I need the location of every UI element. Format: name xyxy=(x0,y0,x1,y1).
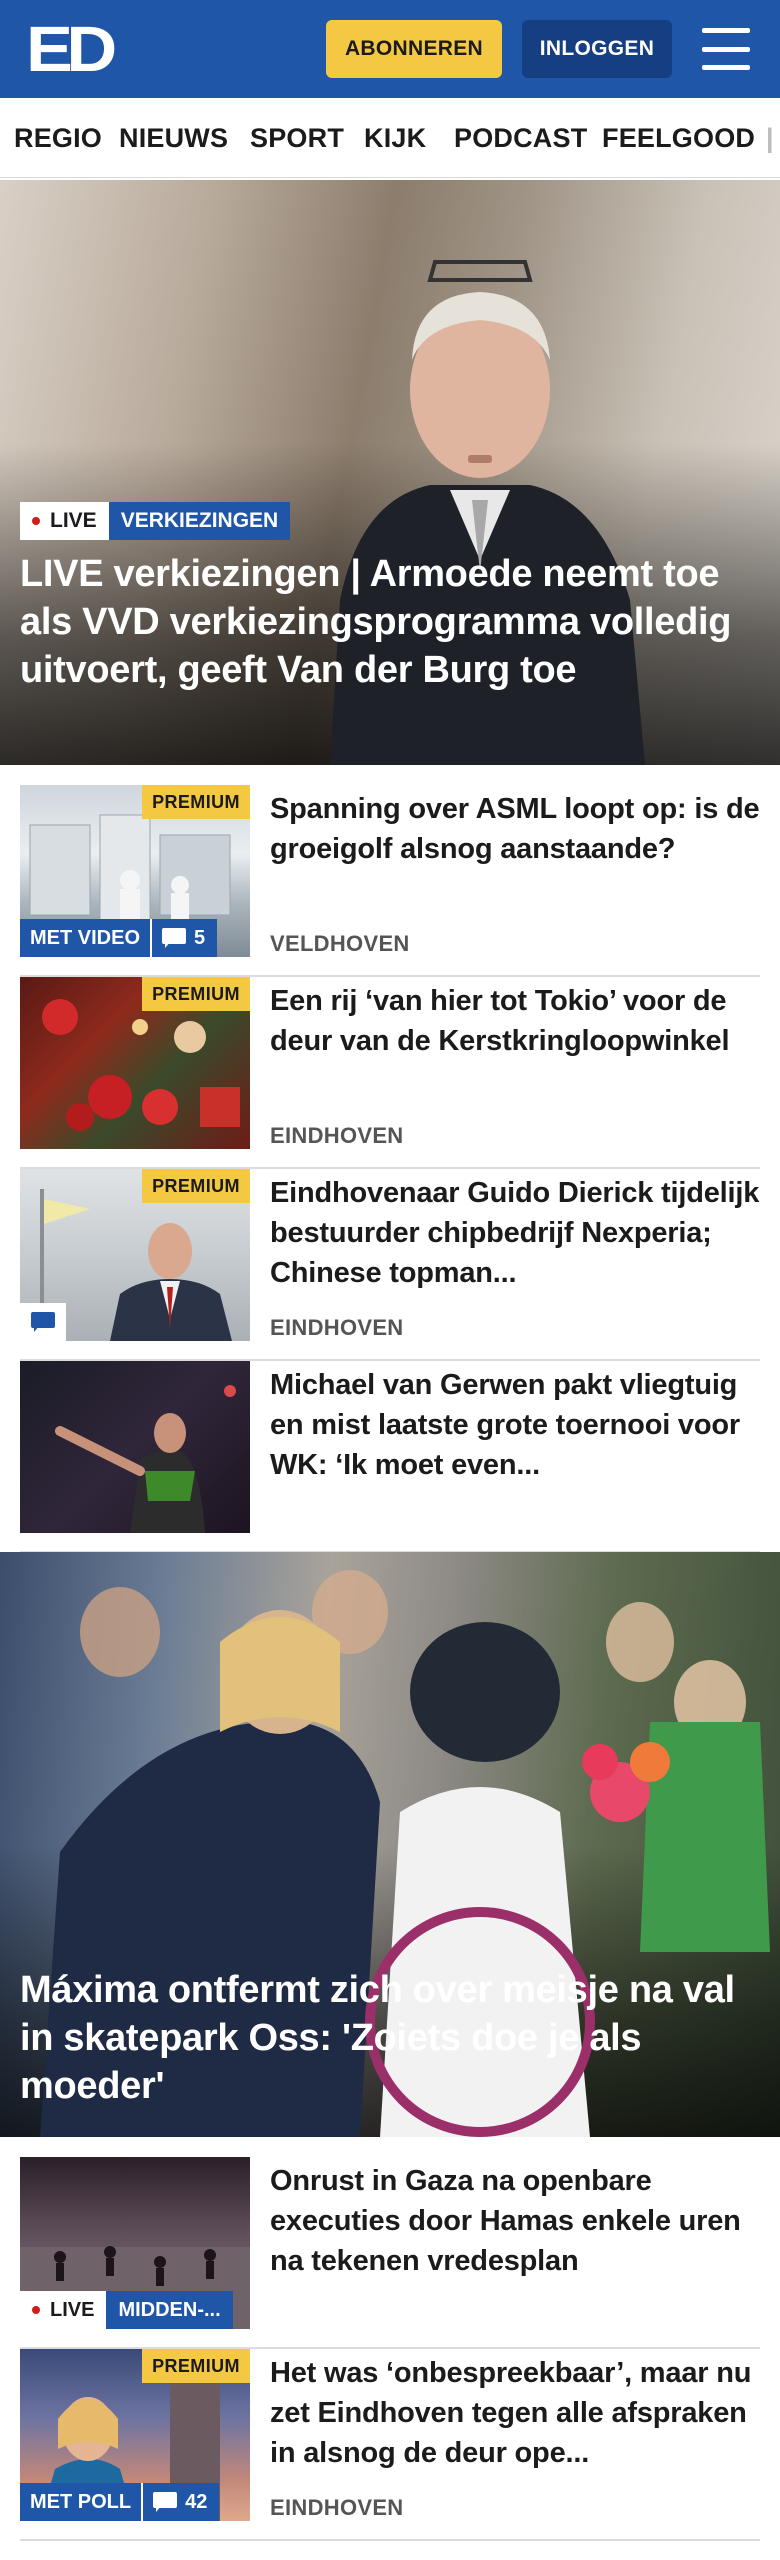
nav-item-podcast[interactable]: PODCAST xyxy=(454,98,587,177)
poll-label: MET POLL xyxy=(30,2490,132,2513)
article-thumbnail xyxy=(20,1361,250,1533)
media-badge: MET VIDEO 5 xyxy=(20,919,218,957)
article-row[interactable]: LIVE MIDDEN-... Onrust in Gaza na openba… xyxy=(20,2157,760,2349)
site-logo[interactable]: ED xyxy=(26,13,117,85)
divider xyxy=(20,2539,760,2541)
comment-icon xyxy=(162,928,187,948)
nav-item-feelgood[interactable]: FEELGOOD xyxy=(602,98,755,177)
category-badge[interactable]: VERKIEZINGEN xyxy=(108,502,291,540)
video-label: MET VIDEO xyxy=(30,926,141,949)
article-row[interactable]: Michael van Gerwen pakt vliegtuig en mis… xyxy=(20,1361,760,1553)
premium-badge: PREMIUM xyxy=(142,785,250,819)
article-title[interactable]: Michael van Gerwen pakt vliegtuig en mis… xyxy=(270,1365,760,1485)
comment-button[interactable] xyxy=(20,1303,66,1341)
article-title[interactable]: Eindhovenaar Guido Dierick tijdelijk bes… xyxy=(270,1173,760,1293)
premium-badge: PREMIUM xyxy=(142,1169,250,1203)
article-location: VELDHOVEN xyxy=(270,931,410,956)
hero-article-maxima[interactable]: Máxima ontfermt zich over meisje na val … xyxy=(0,1552,780,2137)
live-dot-icon xyxy=(32,517,40,525)
article-row[interactable]: PREMIUM MET VIDEO 5 Spanning over ASML l… xyxy=(20,785,760,977)
nav-item-kijk[interactable]: KIJK xyxy=(364,98,426,177)
comment-icon xyxy=(31,1312,55,1332)
live-badge: LIVE xyxy=(20,502,109,540)
article-thumbnail: PREMIUM MET VIDEO 5 xyxy=(20,785,250,957)
premium-badge: PREMIUM xyxy=(142,977,250,1011)
login-button[interactable]: INLOGGEN xyxy=(522,20,672,78)
article-row[interactable]: PREMIUM Eindhovenaar Guido Dierick tijde… xyxy=(20,1169,760,1361)
subscribe-button[interactable]: ABONNEREN xyxy=(326,20,502,78)
article-location: EINDHOVEN xyxy=(270,1123,404,1148)
premium-badge: PREMIUM xyxy=(142,2349,250,2383)
menu-bar xyxy=(702,46,750,52)
article-thumbnail: PREMIUM xyxy=(20,1169,250,1341)
hero-headline[interactable]: LIVE verkiezingen | Armoede neemt toe al… xyxy=(20,550,760,694)
live-label: LIVE xyxy=(50,2298,95,2321)
darts-player-image xyxy=(55,1385,236,1533)
article-row[interactable]: PREMIUM MET POLL 42 Het was ‘onbespreekb… xyxy=(20,2349,760,2541)
nav-item-overflow[interactable]: | xyxy=(766,98,774,177)
top-header: ED ABONNEREN INLOGGEN xyxy=(0,0,780,98)
menu-bar xyxy=(702,65,750,70)
section-nav: REGIO NIEUWS SPORT KIJK PODCAST FEELGOOD… xyxy=(0,98,780,178)
comment-icon xyxy=(153,2492,178,2512)
article-title[interactable]: Een rij ‘van hier tot Tokio’ voor de deu… xyxy=(270,981,760,1061)
nav-item-nieuws[interactable]: NIEUWS xyxy=(119,98,228,177)
comment-count[interactable]: 5 xyxy=(150,919,217,957)
article-location: EINDHOVEN xyxy=(270,2495,404,2520)
comment-count[interactable]: 42 xyxy=(141,2483,219,2521)
article-thumbnail: PREMIUM MET POLL 42 xyxy=(20,2349,250,2521)
article-title[interactable]: Het was ‘onbespreekbaar’, maar nu zet Ei… xyxy=(270,2353,760,2473)
live-badge: LIVE xyxy=(20,2291,107,2329)
category-badge[interactable]: MIDDEN-... xyxy=(106,2291,233,2329)
nav-item-sport[interactable]: SPORT xyxy=(250,98,344,177)
article-thumbnail: PREMIUM xyxy=(20,977,250,1149)
menu-bar xyxy=(702,28,750,33)
comment-count-value: 5 xyxy=(194,926,206,949)
live-label: LIVE xyxy=(50,509,97,532)
media-badge: MET POLL 42 xyxy=(20,2483,220,2521)
article-location: EINDHOVEN xyxy=(270,1315,404,1340)
hero-tags: LIVE VERKIEZINGEN xyxy=(20,502,291,540)
comment-count-value: 42 xyxy=(185,2490,208,2513)
hero-article-elections[interactable]: LIVE VERKIEZINGEN LIVE verkiezingen | Ar… xyxy=(0,180,780,765)
article-title[interactable]: Onrust in Gaza na openbare executies doo… xyxy=(270,2161,760,2281)
article-thumbnail: LIVE MIDDEN-... xyxy=(20,2157,250,2329)
nav-item-regio[interactable]: REGIO xyxy=(14,98,102,177)
live-dot-icon xyxy=(32,2306,40,2314)
article-title[interactable]: Spanning over ASML loopt op: is de groei… xyxy=(270,789,760,869)
hero-headline[interactable]: Máxima ontfermt zich over meisje na val … xyxy=(20,1966,760,2110)
hamburger-menu-icon[interactable] xyxy=(700,26,752,72)
article-row[interactable]: PREMIUM Een rij ‘van hier tot Tokio’ voo… xyxy=(20,977,760,1169)
logo-text: ED xyxy=(26,13,117,85)
live-tags: LIVE MIDDEN-... xyxy=(20,2291,233,2329)
